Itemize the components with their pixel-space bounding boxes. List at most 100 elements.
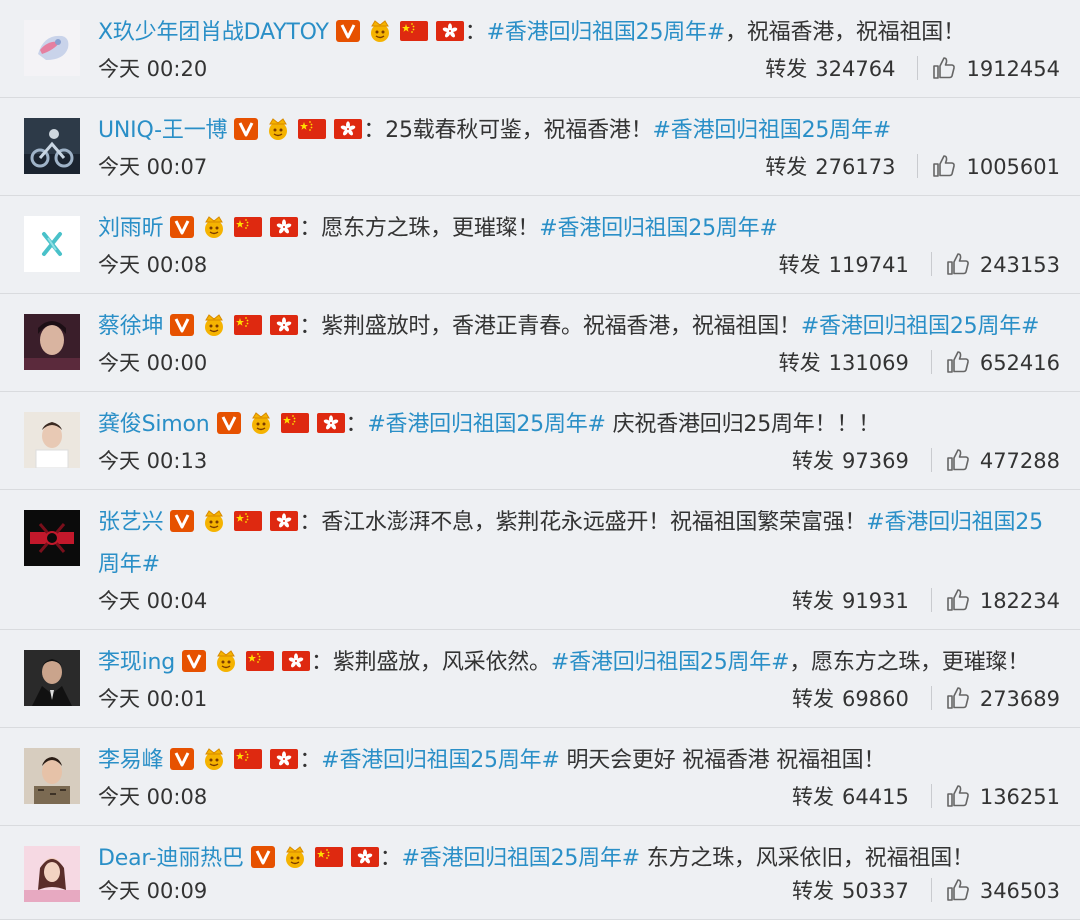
username-link[interactable]: 李现ing [98,650,175,675]
comment-row: 龚俊Simon ：#香港回归祖国25周年# 庆祝香港回归25周年！！！ 今天 00:… [0,392,1080,490]
repost-button[interactable]: 转发 91931 [792,581,909,621]
comment-row: Dear-迪丽热巴 ：#香港回归祖国25周年# 东方之珠，风采依旧，祝福祖国！ 今天… [0,826,1080,920]
hashtag-link[interactable]: #香港回归祖国25周年# [321,748,560,773]
username-link[interactable]: 蔡徐坤 [98,314,164,339]
comment-stats: 转发 69860 273689 [792,679,1060,719]
comment-text: 庆祝香港回归25周年！！！ [605,412,881,437]
colon-separator: ： [363,118,386,143]
like-button[interactable]: 477288 [946,449,1060,473]
like-button[interactable]: 652416 [946,351,1060,375]
hong-kong-flag-icon [350,845,380,869]
repost-button[interactable]: 转发 69860 [792,679,909,719]
comment-stats: 转发 91931 182234 [792,581,1060,621]
hashtag-link[interactable]: #香港回归祖国25周年# [367,412,606,437]
comment-meta: 今天 00:01 转发 69860 273689 [98,679,1062,719]
user-avatar[interactable] [24,846,80,902]
like-count: 243153 [979,253,1060,277]
like-button[interactable]: 136251 [946,785,1060,809]
repost-button[interactable]: 转发 50337 [792,871,909,911]
stats-divider [917,154,919,178]
china-flag-icon [233,747,263,771]
comment-text: 东方之珠，风采依旧，祝福祖国！ [640,846,974,871]
hashtag-link[interactable]: #香港回归祖国25周年# [653,118,892,143]
timestamp: 今天 00:08 [98,253,208,277]
comment-text: 愿东方之珠，更璀璨！ [321,216,540,241]
repost-button[interactable]: 转发 97369 [792,441,909,481]
repost-button[interactable]: 转发 324764 [765,49,895,89]
username-link[interactable]: UNIQ-王一博 [98,118,228,143]
stats-divider [917,56,919,80]
comment-text: 紫荆盛放，风采依然。 [332,650,551,675]
crown-fan-icon [265,117,291,141]
repost-button[interactable]: 转发 119741 [779,245,909,285]
repost-button[interactable]: 转发 131069 [779,343,909,383]
username-link[interactable]: 刘雨昕 [98,216,164,241]
repost-button[interactable]: 转发 64415 [792,777,909,817]
crown-fan-icon [201,509,227,533]
china-flag-icon [245,649,275,673]
user-avatar[interactable] [24,510,80,566]
crown-fan-icon [282,845,308,869]
comment-row: 李现ing ：紫荆盛放，风采依然。#香港回归祖国25周年#，愿东方之珠，更璀璨！ 今… [0,630,1080,728]
comment-meta: 今天 00:20 转发 324764 1912454 [98,49,1062,89]
like-count: 273689 [979,687,1060,711]
user-avatar[interactable] [24,748,80,804]
username-link[interactable]: 龚俊Simon [98,412,210,437]
stats-divider [930,686,932,710]
username-link[interactable]: X玖少年团肖战DAYTOY [98,20,329,45]
comment-stats: 转发 119741 243153 [779,245,1060,285]
crown-fan-icon [213,649,239,673]
username-link[interactable]: 李易峰 [98,748,164,773]
colon-separator: ： [299,216,322,241]
like-button[interactable]: 346503 [946,879,1060,903]
user-avatar[interactable] [24,20,80,76]
comment-text: ，祝福香港，祝福祖国！ [725,20,965,45]
like-button[interactable]: 182234 [946,589,1060,613]
like-button[interactable]: 243153 [946,253,1060,277]
user-avatar[interactable] [24,118,80,174]
comment-row: 蔡徐坤 ：紫荆盛放时，香港正青春。祝福香港，祝福祖国！#香港回归祖国25周年# 今天… [0,294,1080,392]
china-flag-icon [233,313,263,337]
comment-stats: 转发 131069 652416 [779,343,1060,383]
username-link[interactable]: 张艺兴 [98,510,164,535]
repost-label: 转发 [792,785,835,809]
hashtag-link[interactable]: #香港回归祖国25周年# [551,650,790,675]
comment-stats: 转发 97369 477288 [792,441,1060,481]
comment-text: 25载春秋可鉴，祝福香港！ [385,118,653,143]
user-avatar[interactable] [24,412,80,468]
repost-label: 转发 [792,879,835,903]
hashtag-link[interactable]: #香港回归祖国25周年# [801,314,1040,339]
user-avatar[interactable] [24,650,80,706]
hashtag-link[interactable]: #香港回归祖国25周年# [402,846,641,871]
colon-separator: ： [299,314,322,339]
comment-text: 香江水澎湃不息，紫荆花永远盛开！祝福祖国繁荣富强！ [321,510,867,535]
hong-kong-flag-icon [269,215,299,239]
comment-meta: 今天 00:07 转发 276173 1005601 [98,147,1062,187]
repost-button[interactable]: 转发 276173 [765,147,895,187]
like-button[interactable]: 273689 [946,687,1060,711]
comment-meta: 今天 00:00 转发 131069 652416 [98,343,1062,383]
timestamp: 今天 00:13 [98,449,208,473]
thumbs-up-icon [932,56,956,80]
like-button[interactable]: 1005601 [932,155,1060,179]
timestamp: 今天 00:04 [98,589,208,613]
verified-v-icon [335,19,361,43]
comment-text-line: X玖少年团肖战DAYTOY ：#香港回归祖国25周年#，祝福香港，祝福祖国！ [98,12,1062,54]
hashtag-link[interactable]: #香港回归祖国25周年# [539,216,778,241]
hashtag-link[interactable]: #香港回归祖国25周年# [487,20,726,45]
comment-text-line: 龚俊Simon ：#香港回归祖国25周年# 庆祝香港回归25周年！！！ [98,404,1062,446]
user-avatar[interactable] [24,216,80,272]
repost-count: 50337 [842,879,909,903]
username-link[interactable]: Dear-迪丽热巴 [98,846,244,871]
timestamp: 今天 00:09 [98,879,208,903]
china-flag-icon [280,411,310,435]
thumbs-up-icon [946,350,970,374]
timestamp: 今天 00:00 [98,351,208,375]
thumbs-up-icon [946,686,970,710]
hong-kong-flag-icon [269,313,299,337]
verified-v-icon [233,117,259,141]
hong-kong-flag-icon [281,649,311,673]
repost-label: 转发 [792,687,835,711]
like-button[interactable]: 1912454 [932,57,1060,81]
user-avatar[interactable] [24,314,80,370]
